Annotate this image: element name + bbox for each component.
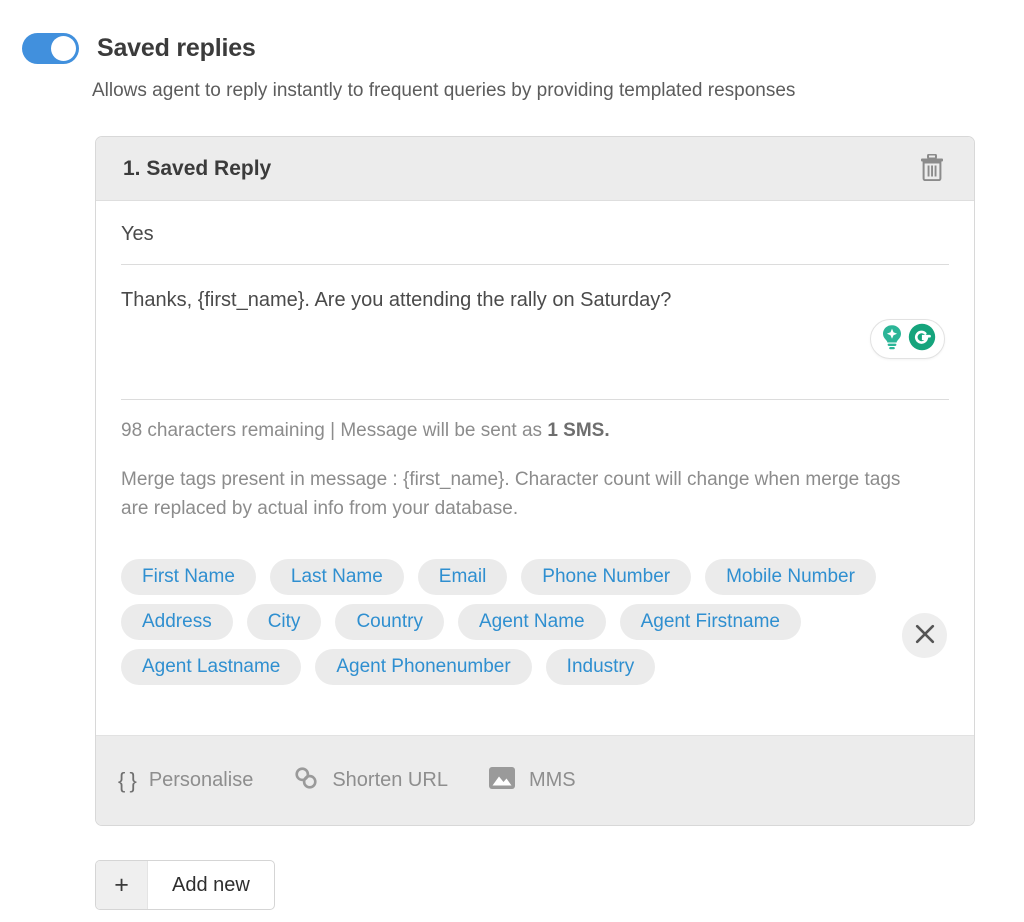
merge-tag-chip[interactable]: Agent Lastname xyxy=(121,649,301,685)
saved-reply-card: 1. Saved Reply Yes xyxy=(95,136,975,826)
plus-icon: + xyxy=(96,861,148,909)
saved-reply-subject-row[interactable]: Yes xyxy=(121,201,949,265)
character-counter: 98 characters remaining | Message will b… xyxy=(121,400,949,442)
sms-count: 1 SMS. xyxy=(547,420,609,441)
saved-replies-toggle[interactable] xyxy=(22,33,79,64)
subject-input[interactable]: Yes xyxy=(121,223,949,246)
merge-tags-panel: First Name Last Name Email Phone Number … xyxy=(121,523,949,703)
saved-replies-page: Saved replies Allows agent to reply inst… xyxy=(0,0,1024,922)
message-toolbar: { } Personalise Shorten URL xyxy=(96,735,974,825)
merge-tags-list: First Name Last Name Email Phone Number … xyxy=(121,559,921,685)
merge-tag-chip[interactable]: City xyxy=(247,604,322,640)
merge-tag-chip[interactable]: Mobile Number xyxy=(705,559,876,595)
add-new-label: Add new xyxy=(148,861,274,909)
message-input[interactable]: Thanks, {first_name}. Are you attending … xyxy=(121,287,949,314)
merge-tag-chip[interactable]: Email xyxy=(418,559,508,595)
personalise-button[interactable]: { } Personalise xyxy=(118,768,253,794)
mms-label: MMS xyxy=(529,769,576,792)
character-counter-text: 98 characters remaining | Message will b… xyxy=(121,420,547,441)
shorten-url-label: Shorten URL xyxy=(332,769,448,792)
merge-tag-chip[interactable]: Industry xyxy=(546,649,656,685)
saved-reply-message-row[interactable]: Thanks, {first_name}. Are you attending … xyxy=(121,265,949,400)
merge-tag-chip[interactable]: Agent Name xyxy=(458,604,606,640)
saved-replies-header: Saved replies xyxy=(22,33,256,64)
merge-tag-chip[interactable]: Country xyxy=(335,604,444,640)
saved-reply-title: 1. Saved Reply xyxy=(123,157,271,181)
link-icon xyxy=(293,765,319,797)
saved-reply-card-header: 1. Saved Reply xyxy=(96,137,974,201)
saved-reply-card-body: Yes Thanks, {first_name}. Are you attend… xyxy=(96,201,974,703)
grammarly-widget[interactable] xyxy=(870,319,945,359)
delete-saved-reply-button[interactable] xyxy=(915,152,949,186)
close-icon xyxy=(914,623,936,648)
merge-tags-note: Merge tags present in message : {first_n… xyxy=(121,442,921,523)
personalise-label: Personalise xyxy=(149,769,254,792)
page-description: Allows agent to reply instantly to frequ… xyxy=(92,80,795,102)
merge-tag-chip[interactable]: Agent Firstname xyxy=(620,604,801,640)
page-title: Saved replies xyxy=(97,34,256,63)
merge-tag-chip[interactable]: Last Name xyxy=(270,559,404,595)
merge-tag-chip[interactable]: Address xyxy=(121,604,233,640)
image-icon xyxy=(488,764,516,798)
braces-icon: { } xyxy=(118,768,136,794)
merge-tag-chip[interactable]: Phone Number xyxy=(521,559,691,595)
grammarly-g-icon[interactable] xyxy=(907,322,937,357)
merge-tag-chip[interactable]: First Name xyxy=(121,559,256,595)
mms-button[interactable]: MMS xyxy=(488,764,576,798)
shorten-url-button[interactable]: Shorten URL xyxy=(293,765,448,797)
trash-icon xyxy=(920,154,944,184)
add-new-button[interactable]: + Add new xyxy=(95,860,275,910)
lightbulb-icon[interactable] xyxy=(879,323,905,356)
toggle-knob xyxy=(51,36,76,61)
merge-tag-chip[interactable]: Agent Phonenumber xyxy=(315,649,531,685)
close-merge-tags-button[interactable] xyxy=(902,613,947,658)
